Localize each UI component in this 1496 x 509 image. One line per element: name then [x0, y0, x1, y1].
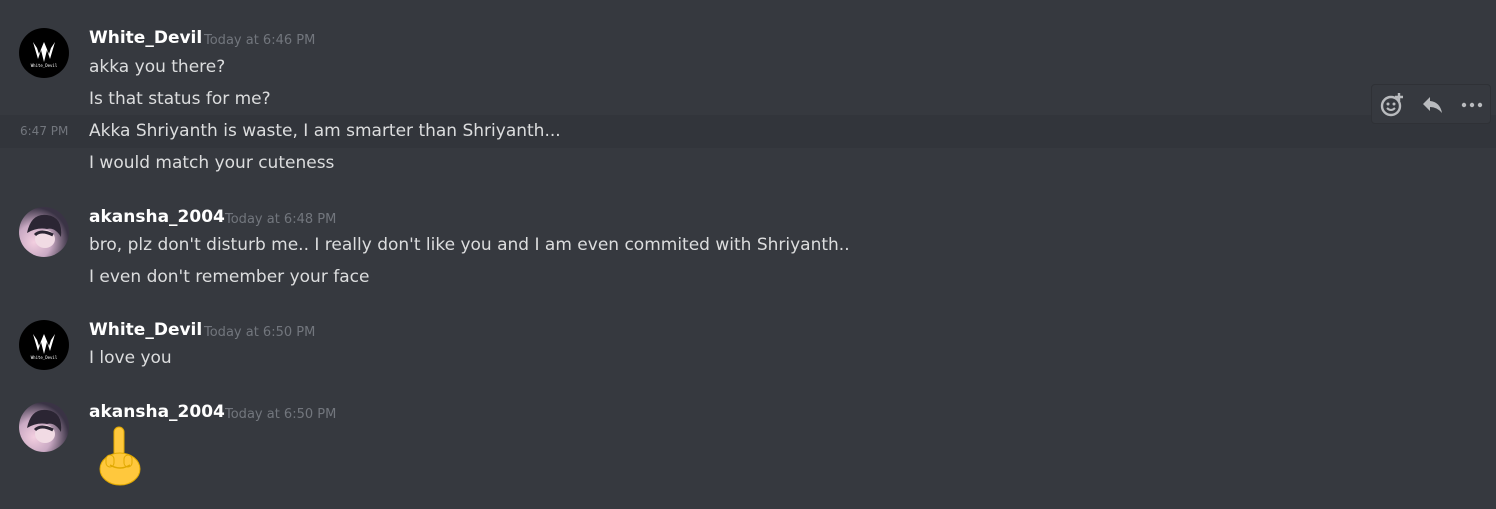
more-options-icon — [1461, 102, 1483, 108]
svg-text:White_Devil: White_Devil — [31, 355, 58, 360]
message-text: Is that status for me? — [89, 89, 271, 109]
message-list: 6:47 PM White_Devil White_Devil Today at… — [0, 0, 1496, 509]
username[interactable]: White_Devil — [89, 28, 202, 48]
username[interactable]: White_Devil — [89, 320, 202, 340]
middle-finger-emoji-icon[interactable] — [96, 425, 144, 487]
avatar[interactable]: White_Devil — [19, 320, 69, 370]
avatar[interactable] — [19, 402, 69, 452]
username[interactable]: akansha_2004 — [89, 402, 225, 422]
avatar[interactable]: White_Devil — [19, 28, 69, 78]
reply-button[interactable] — [1412, 85, 1452, 123]
hover-timestamp: 6:47 PM — [20, 124, 69, 138]
message-text: bro, plz don't disturb me.. I really don… — [89, 235, 850, 255]
add-reaction-button[interactable] — [1372, 85, 1412, 123]
message-text: Akka Shriyanth is waste, I am smarter th… — [89, 121, 561, 141]
message-actions-toolbar — [1371, 84, 1491, 124]
reply-icon — [1423, 97, 1442, 113]
message-text: akka you there? — [89, 57, 226, 77]
message-text: I even don't remember your face — [89, 267, 370, 287]
message-timestamp: Today at 6:50 PM — [225, 407, 337, 422]
user-avatar-icon — [27, 214, 62, 248]
middle-finger-emoji — [99, 426, 141, 486]
message-timestamp: Today at 6:50 PM — [204, 325, 316, 340]
avatar[interactable] — [19, 207, 69, 257]
more-options-button[interactable] — [1452, 85, 1492, 123]
username[interactable]: akansha_2004 — [89, 207, 225, 227]
message-text: I would match your cuteness — [89, 153, 335, 173]
white-devil-logo-icon: White_Devil — [31, 334, 58, 360]
svg-text:White_Devil: White_Devil — [31, 63, 58, 68]
message-text: I love you — [89, 348, 172, 368]
message-timestamp: Today at 6:48 PM — [225, 212, 337, 227]
add-reaction-icon — [1380, 93, 1403, 117]
message-timestamp: Today at 6:46 PM — [204, 33, 316, 48]
white-devil-logo-icon: White_Devil — [31, 42, 58, 68]
user-avatar-icon — [27, 409, 62, 443]
